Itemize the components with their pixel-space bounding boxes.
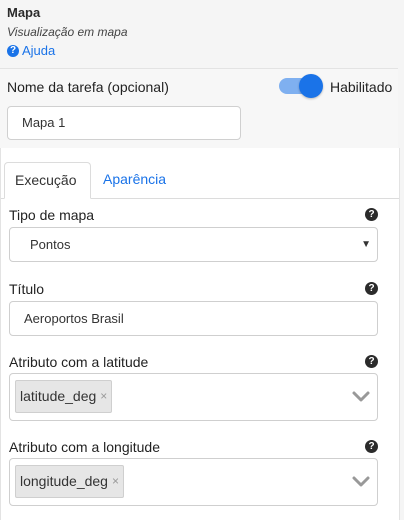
map-type-select[interactable]: Pontos ▼	[9, 227, 378, 262]
dropdown-caret-icon: ▼	[361, 239, 371, 250]
tab-aparencia[interactable]: Aparência	[93, 162, 176, 197]
latitude-chip-label: latitude_deg	[20, 388, 97, 404]
task-header: Mapa Visualização em mapa ? Ajuda	[0, 0, 404, 68]
longitude-select[interactable]: longitude_deg ×	[9, 458, 378, 506]
latitude-label: Atributo com a latitude	[9, 354, 149, 370]
map-type-help-icon[interactable]: ?	[365, 208, 378, 221]
task-title: Mapa	[7, 5, 41, 20]
chevron-down-icon	[352, 391, 370, 402]
task-name-label: Nome da tarefa (opcional)	[7, 79, 169, 95]
latitude-select[interactable]: latitude_deg ×	[9, 373, 378, 421]
enabled-toggle[interactable]	[279, 74, 323, 98]
help-link[interactable]: ? Ajuda	[7, 43, 55, 58]
task-name-section: Nome da tarefa (opcional) Habilitado Map…	[0, 68, 398, 149]
help-icon: ?	[7, 44, 19, 57]
task-subtitle: Visualização em mapa	[7, 25, 128, 39]
enabled-label: Habilitado	[330, 79, 393, 95]
latitude-help-icon[interactable]: ?	[365, 355, 378, 368]
title-input[interactable]: Aeroportos Brasil	[9, 301, 378, 336]
remove-icon[interactable]: ×	[98, 381, 107, 412]
toggle-thumb	[299, 74, 323, 98]
map-type-label: Tipo de mapa	[9, 207, 95, 223]
remove-icon[interactable]: ×	[110, 466, 119, 497]
settings-panel: Execução Aparência Tipo de mapa ? Pontos…	[0, 148, 400, 520]
task-name-input[interactable]: Mapa 1	[7, 106, 241, 140]
help-link-label: Ajuda	[22, 43, 56, 58]
tabs-bar: Execução Aparência	[1, 162, 399, 199]
title-help-icon[interactable]: ?	[365, 282, 378, 295]
map-type-value: Pontos	[30, 237, 71, 252]
title-label: Título	[9, 281, 45, 297]
latitude-chip: latitude_deg ×	[15, 380, 113, 413]
longitude-label: Atributo com a longitude	[9, 439, 160, 455]
longitude-chip: longitude_deg ×	[15, 465, 124, 498]
longitude-help-icon[interactable]: ?	[365, 440, 378, 453]
chevron-down-icon	[352, 476, 370, 487]
map-task-panel: Mapa Visualização em mapa ? Ajuda Nome d…	[0, 0, 404, 520]
tab-execucao[interactable]: Execução	[4, 162, 91, 199]
longitude-chip-label: longitude_deg	[20, 473, 108, 489]
